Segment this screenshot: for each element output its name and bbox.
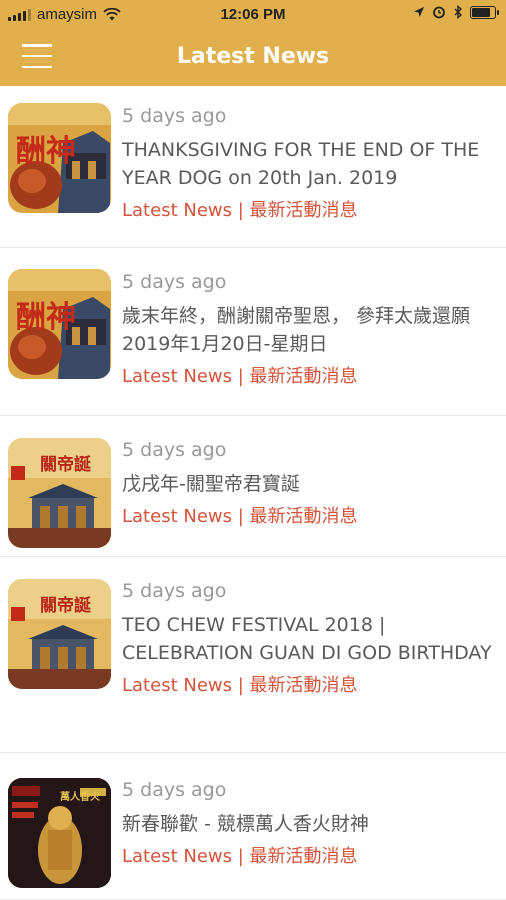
svg-text:酬神: 酬神: [16, 300, 76, 335]
list-item[interactable]: 關帝誕 5 days ago TEO CHEW FESTIVAL 2018 | …: [0, 557, 506, 753]
news-title[interactable]: THANKSGIVING FOR THE END OF THE YEAR DOG…: [122, 136, 496, 192]
list-item[interactable]: 萬人香火 5 days ago 新春聯歡 - 競標萬人香火財神 Latest N…: [0, 753, 506, 900]
nav-bar: Latest News: [0, 30, 506, 86]
svg-text:萬人香火: 萬人香火: [60, 790, 101, 803]
status-bar: amaysim 12:06 PM: [0, 0, 506, 30]
bluetooth-icon: [454, 5, 463, 19]
news-thumbnail: 關帝誕: [8, 438, 111, 548]
svg-text:關帝誕: 關帝誕: [40, 454, 91, 475]
news-list: 酬神 5 days ago THANKSGIVING FOR THE END O…: [0, 86, 506, 900]
list-item[interactable]: 酬神 5 days ago THANKSGIVING FOR THE END O…: [0, 86, 506, 248]
news-thumbnail: 關帝誕: [8, 579, 111, 689]
news-category[interactable]: Latest News | 最新活動消息: [122, 505, 496, 529]
news-thumbnail: 酬神: [8, 103, 111, 213]
svg-text:關帝誕: 關帝誕: [40, 595, 91, 616]
news-thumbnail: 酬神: [8, 269, 111, 379]
news-time: 5 days ago: [122, 779, 227, 801]
news-thumbnail: 萬人香火: [8, 778, 111, 888]
svg-text:酬神: 酬神: [16, 134, 76, 169]
battery-level: [472, 7, 490, 17]
news-time: 5 days ago: [122, 580, 227, 602]
location-icon: [414, 7, 424, 17]
alarm-icon: [433, 6, 445, 19]
news-title[interactable]: 新春聯歡 - 競標萬人香火財神: [122, 810, 496, 838]
news-time: 5 days ago: [122, 271, 227, 293]
news-title[interactable]: 歲末年終，酬謝關帝聖恩， 參拜太歲還願 2019年1月20日-星期日: [122, 302, 496, 358]
news-title[interactable]: TEO CHEW FESTIVAL 2018 | CELEBRATION GUA…: [122, 611, 496, 667]
news-category[interactable]: Latest News | 最新活動消息: [122, 674, 496, 698]
news-title[interactable]: 戊戌年-關聖帝君寶誕: [122, 470, 496, 498]
news-time: 5 days ago: [122, 105, 227, 127]
news-category[interactable]: Latest News | 最新活動消息: [122, 365, 496, 389]
list-item[interactable]: 關帝誕 5 days ago 戊戌年-關聖帝君寶誕 Latest News | …: [0, 416, 506, 557]
news-time: 5 days ago: [122, 439, 227, 461]
battery-icon: [470, 5, 499, 19]
news-category[interactable]: Latest News | 最新活動消息: [122, 845, 496, 869]
page-title: Latest News: [176, 44, 330, 69]
list-item[interactable]: 酬神 5 days ago 歲末年終，酬謝關帝聖恩， 參拜太歲還願 2019年1…: [0, 248, 506, 416]
news-category[interactable]: Latest News | 最新活動消息: [122, 199, 496, 223]
